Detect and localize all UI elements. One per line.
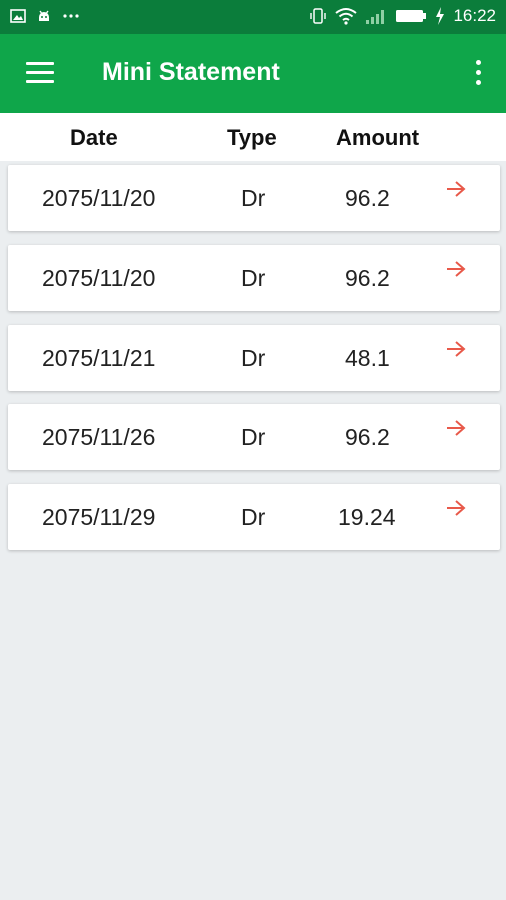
arrow-right-icon[interactable] [445, 339, 467, 359]
row-type: Dr [241, 345, 266, 371]
charging-icon [436, 7, 445, 25]
arrow-right-icon[interactable] [445, 259, 467, 279]
row-amount: 19.24 [338, 504, 396, 530]
row-type: Dr [241, 265, 266, 291]
row-type: Dr [241, 504, 266, 530]
row-amount: 96.2 [345, 265, 390, 291]
row-type: Dr [241, 424, 266, 450]
table-row[interactable]: 2075/11/26 Dr 96.2 [8, 404, 500, 470]
status-bar: 16:22 [0, 0, 506, 34]
row-date: 2075/11/21 [42, 345, 156, 371]
arrow-right-icon[interactable] [445, 418, 467, 438]
more-vert-icon[interactable] [474, 60, 482, 90]
android-icon [39, 10, 49, 21]
signal-icon [366, 10, 385, 24]
row-type: Dr [241, 185, 266, 211]
wifi-icon [335, 8, 358, 25]
arrow-right-icon[interactable] [445, 179, 467, 199]
row-date: 2075/11/20 [42, 265, 156, 291]
app-bar: Mini Statement [0, 34, 506, 113]
row-date: 2075/11/29 [42, 504, 156, 530]
row-date: 2075/11/26 [42, 424, 156, 450]
header-type: Type [227, 125, 277, 150]
row-amount: 48.1 [345, 345, 390, 371]
table-row[interactable]: 2075/11/20 Dr 96.2 [8, 245, 500, 311]
arrow-right-icon[interactable] [445, 498, 467, 518]
hamburger-menu-icon[interactable] [26, 62, 54, 84]
table-row[interactable]: 2075/11/29 Dr 19.24 [8, 484, 500, 550]
table-row[interactable]: 2075/11/20 Dr 96.2 [8, 165, 500, 231]
table-row[interactable]: 2075/11/21 Dr 48.1 [8, 325, 500, 391]
page-title: Mini Statement [102, 58, 280, 86]
vibrate-icon [310, 8, 327, 24]
table-header: Date Type Amount [0, 113, 506, 161]
header-date: Date [70, 125, 118, 150]
image-icon [10, 9, 26, 23]
row-amount: 96.2 [345, 185, 390, 211]
clock: 16:22 [453, 6, 496, 25]
row-amount: 96.2 [345, 424, 390, 450]
battery-icon [396, 10, 427, 22]
header-amount: Amount [336, 125, 420, 150]
more-dots-icon [63, 14, 79, 18]
row-date: 2075/11/20 [42, 185, 156, 211]
